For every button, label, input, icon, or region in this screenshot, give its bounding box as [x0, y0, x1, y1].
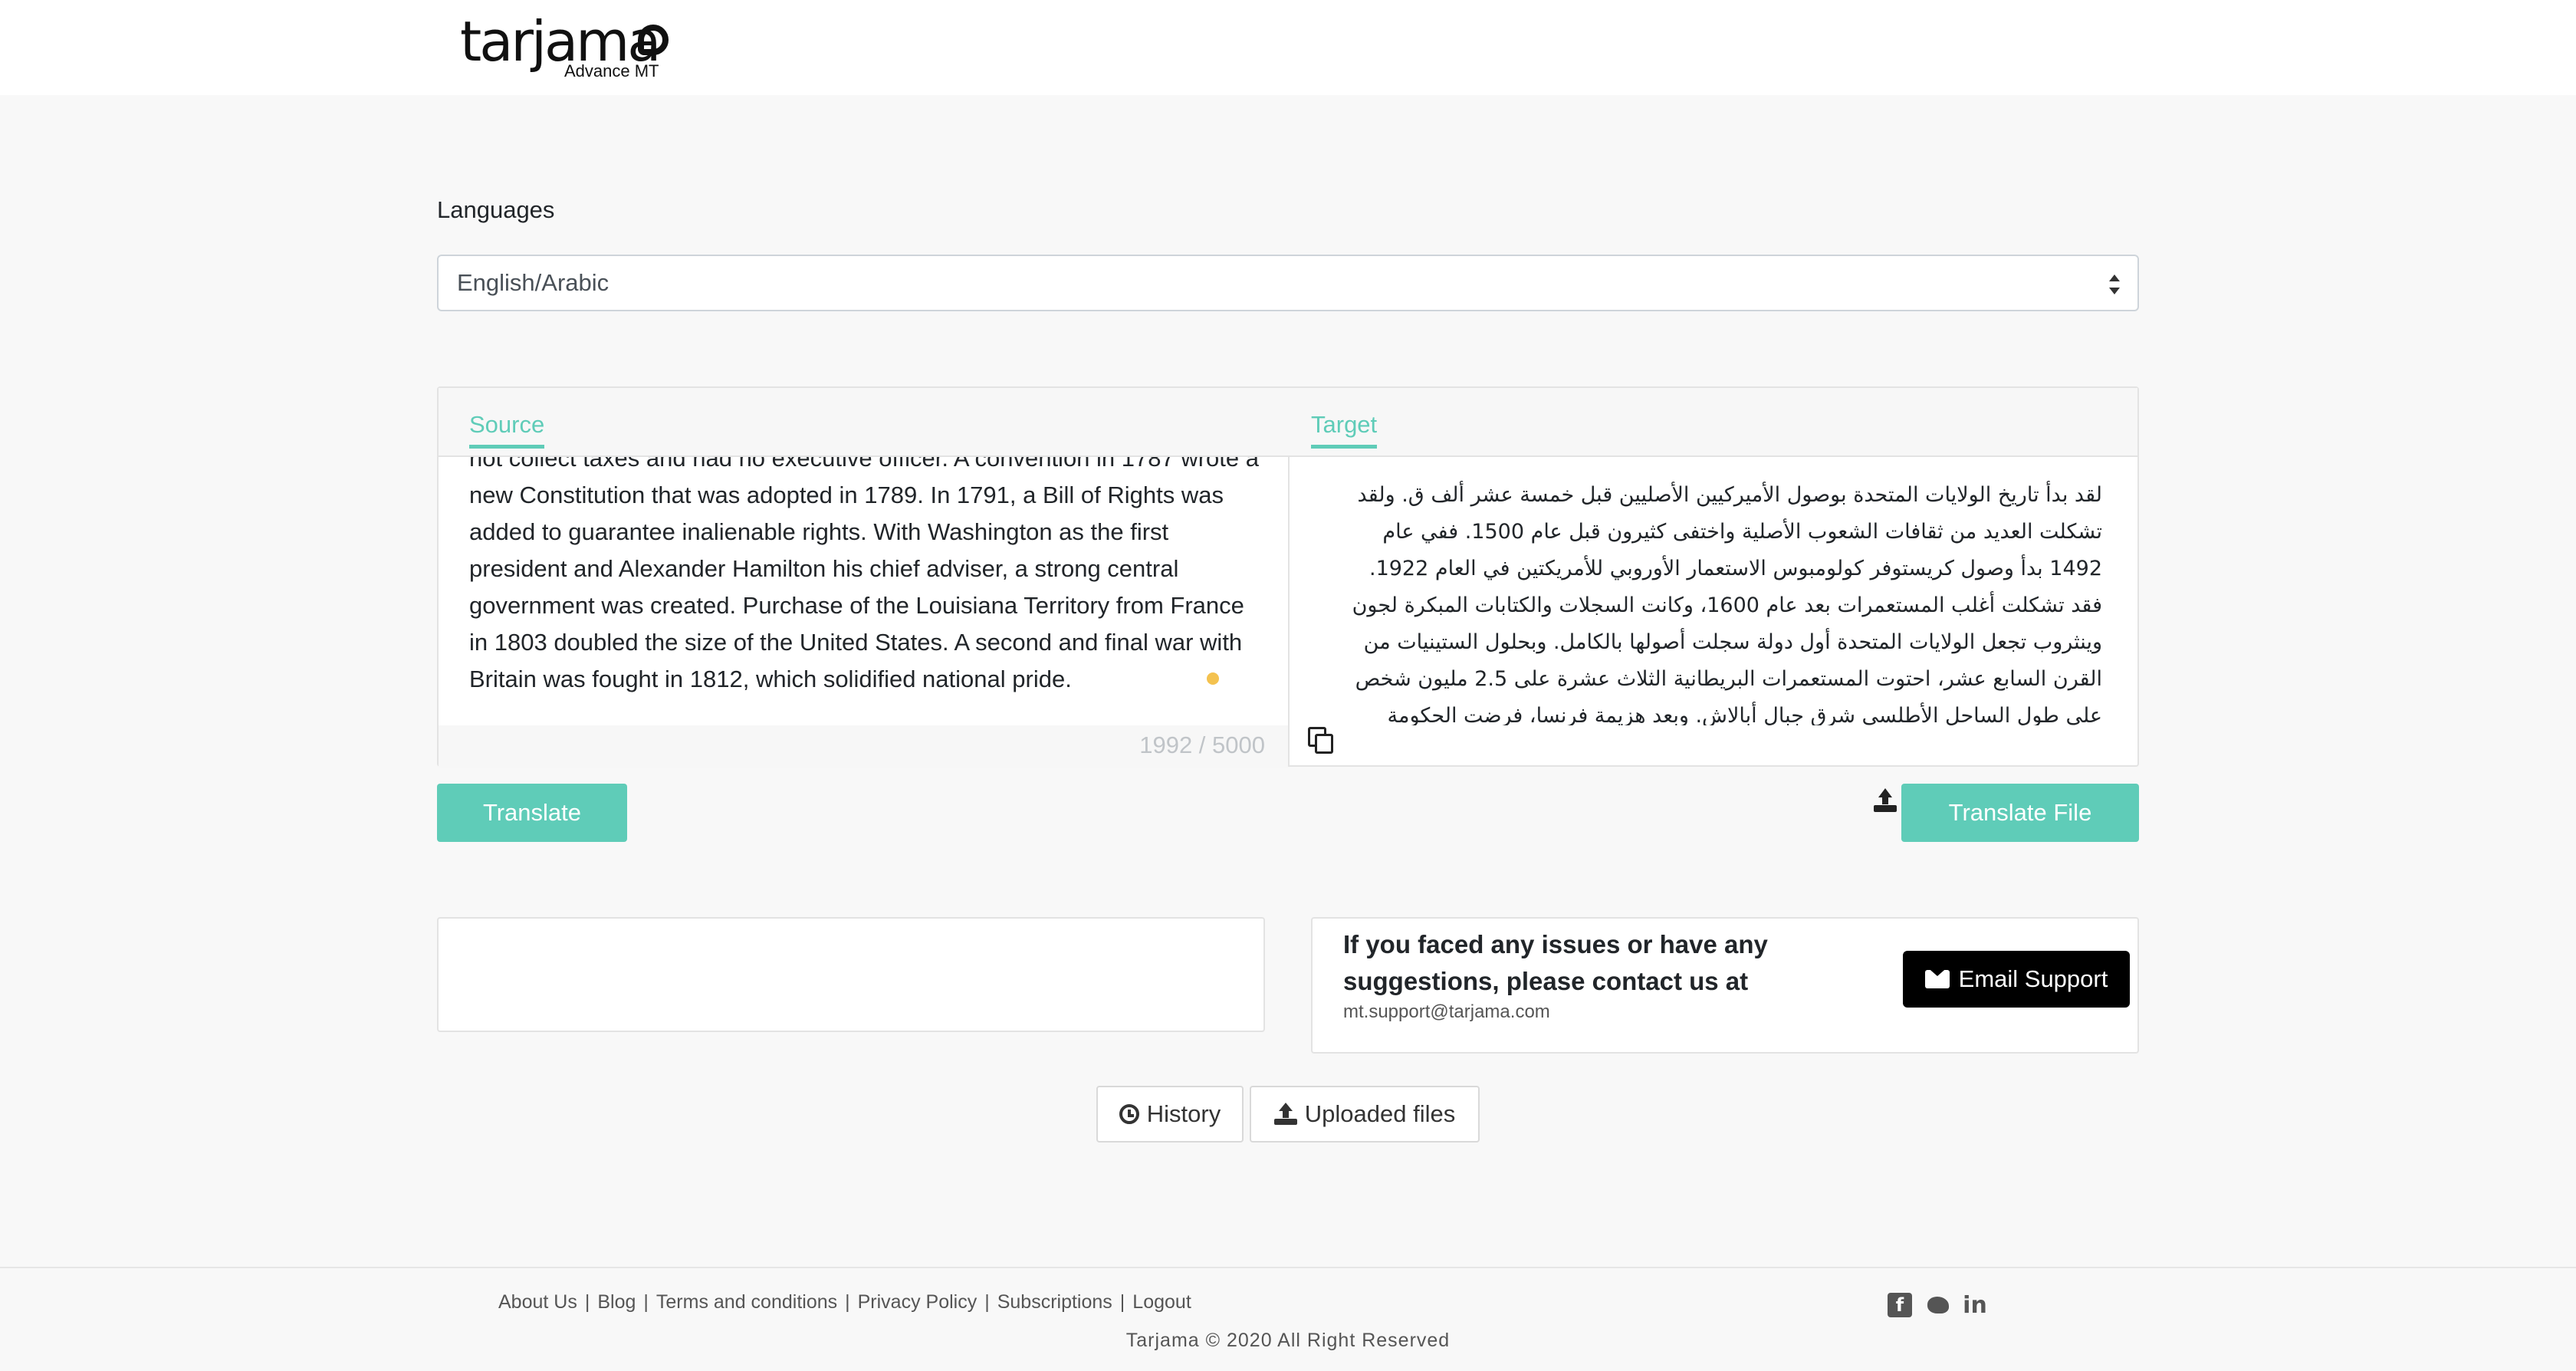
twitter-icon[interactable]: [1926, 1293, 1950, 1317]
translation-card: Source Target not collect taxes and had …: [437, 386, 2139, 768]
history-icon: [1119, 1104, 1139, 1124]
email-support-label: Email Support: [1958, 965, 2108, 992]
uploaded-files-label: Uploaded files: [1304, 1100, 1456, 1127]
select-arrows-icon: [2108, 273, 2121, 296]
logo-bubble-icon: [638, 25, 669, 55]
header: tarjama Advance MT: [0, 0, 2576, 95]
tab-target[interactable]: Target: [1311, 411, 1378, 449]
translate-file-button[interactable]: Translate File: [1901, 784, 2139, 842]
footer-link-privacy[interactable]: Privacy Policy: [858, 1291, 978, 1313]
footer: About Us | Blog | Terms and conditions |…: [0, 1267, 2576, 1371]
linkedin-icon[interactable]: in: [1963, 1292, 1987, 1319]
footer-links: About Us | Blog | Terms and conditions |…: [498, 1291, 1191, 1313]
target-output: لقد بدأ تاريخ الولايات المتحدة بوصول الأ…: [1290, 457, 2139, 725]
history-label: History: [1146, 1100, 1221, 1127]
source-footer: 1992 / 5000: [439, 725, 1288, 768]
history-button[interactable]: History: [1096, 1086, 1244, 1142]
footer-link-about[interactable]: About Us: [498, 1291, 577, 1313]
uploaded-files-button[interactable]: Uploaded files: [1250, 1086, 1480, 1142]
footer-link-logout[interactable]: Logout: [1132, 1291, 1191, 1313]
facebook-icon[interactable]: f: [1888, 1293, 1912, 1317]
upload-small-icon: [1273, 1103, 1297, 1126]
grammar-dot-icon[interactable]: [1207, 672, 1219, 685]
source-textarea[interactable]: not collect taxes and had no executive o…: [439, 457, 1288, 768]
target-text: لقد بدأ تاريخ الولايات المتحدة بوصول الأ…: [1352, 483, 2102, 725]
language-select[interactable]: English/Arabic: [437, 255, 2139, 311]
footer-link-subscriptions[interactable]: Subscriptions: [997, 1291, 1112, 1313]
tab-source[interactable]: Source: [469, 411, 545, 449]
empty-panel: [437, 917, 1265, 1032]
translate-button[interactable]: Translate: [437, 784, 627, 842]
logo-subtitle: Advance MT: [564, 61, 659, 81]
contact-message: If you faced any issues or have any sugg…: [1343, 930, 1768, 995]
source-text: not collect taxes and had no executive o…: [469, 457, 1260, 692]
language-select-value: English/Arabic: [457, 269, 610, 296]
footer-link-blog[interactable]: Blog: [597, 1291, 636, 1313]
envelope-icon: [1924, 970, 1950, 988]
email-support-button[interactable]: Email Support: [1903, 951, 2130, 1008]
upload-icon[interactable]: [1872, 788, 1898, 814]
contact-email: mt.support@tarjama.com: [1343, 1001, 1550, 1022]
logo[interactable]: tarjama Advance MT: [460, 14, 675, 81]
footer-link-terms[interactable]: Terms and conditions: [656, 1291, 837, 1313]
languages-label: Languages: [437, 196, 555, 223]
copyright: Tarjama © 2020 All Right Reserved: [1125, 1330, 1451, 1351]
card-tabs: Source Target: [439, 388, 2137, 457]
char-count: 1992 / 5000: [1139, 732, 1265, 758]
copy-icon[interactable]: [1308, 727, 1336, 755]
